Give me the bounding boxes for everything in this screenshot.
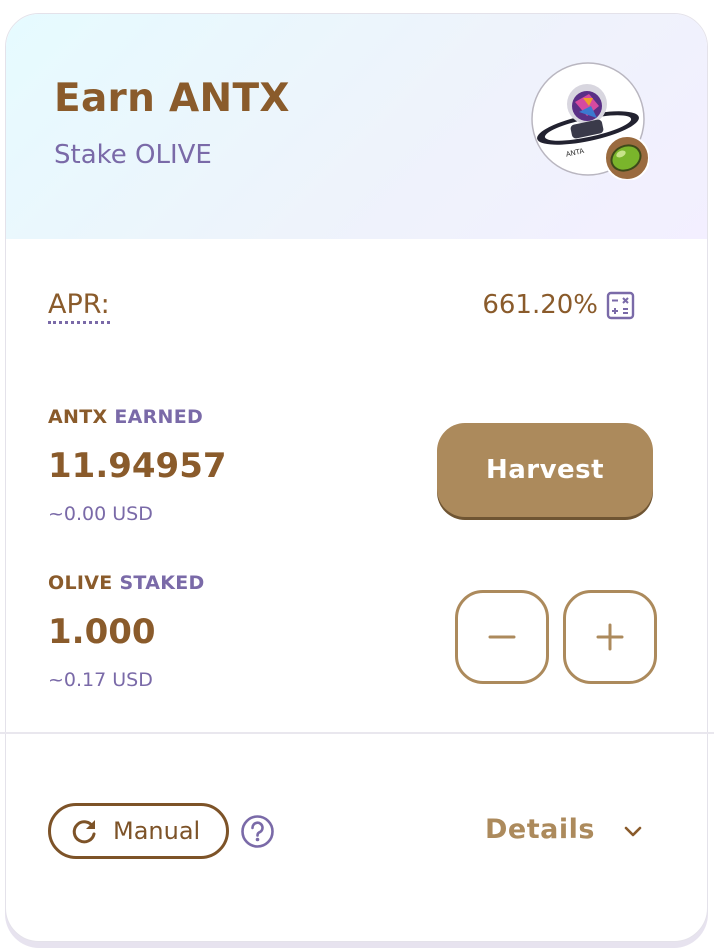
earned-word: EARNED — [114, 406, 204, 428]
manual-label: Manual — [113, 817, 201, 845]
card-header: Earn ANTX Stake OLIVE ANTA — [6, 14, 707, 239]
apr-value: 661.20% — [482, 290, 598, 320]
stake-button[interactable] — [563, 590, 657, 684]
earned-token: ANTX — [48, 406, 108, 428]
unstake-button[interactable] — [455, 590, 549, 684]
earned-amount: 11.94957 — [48, 446, 227, 486]
staked-token: OLIVE — [48, 572, 113, 594]
plus-icon — [596, 623, 624, 651]
staked-word: STAKED — [119, 572, 205, 594]
staked-amount: 1.000 — [48, 612, 156, 652]
olive-token-icon — [604, 135, 650, 181]
chevron-down-icon[interactable] — [620, 819, 646, 845]
calculator-icon[interactable] — [606, 291, 635, 320]
help-icon[interactable] — [240, 814, 275, 849]
minus-icon — [488, 635, 516, 639]
apr-label[interactable]: APR: — [48, 290, 110, 324]
footer-divider — [0, 732, 714, 734]
manual-badge: Manual — [48, 803, 229, 859]
token-pair-avatar: ANTA — [531, 62, 650, 181]
earned-label: ANTX EARNED — [48, 406, 203, 428]
pool-subtitle: Stake OLIVE — [54, 140, 212, 170]
refresh-icon — [71, 817, 99, 845]
pool-title: Earn ANTX — [54, 76, 290, 121]
staked-usd: ~0.17 USD — [48, 669, 153, 691]
staked-label: OLIVE STAKED — [48, 572, 205, 594]
harvest-button[interactable]: Harvest — [437, 423, 653, 517]
earned-usd: ~0.00 USD — [48, 503, 153, 525]
details-toggle[interactable]: Details — [485, 814, 595, 845]
